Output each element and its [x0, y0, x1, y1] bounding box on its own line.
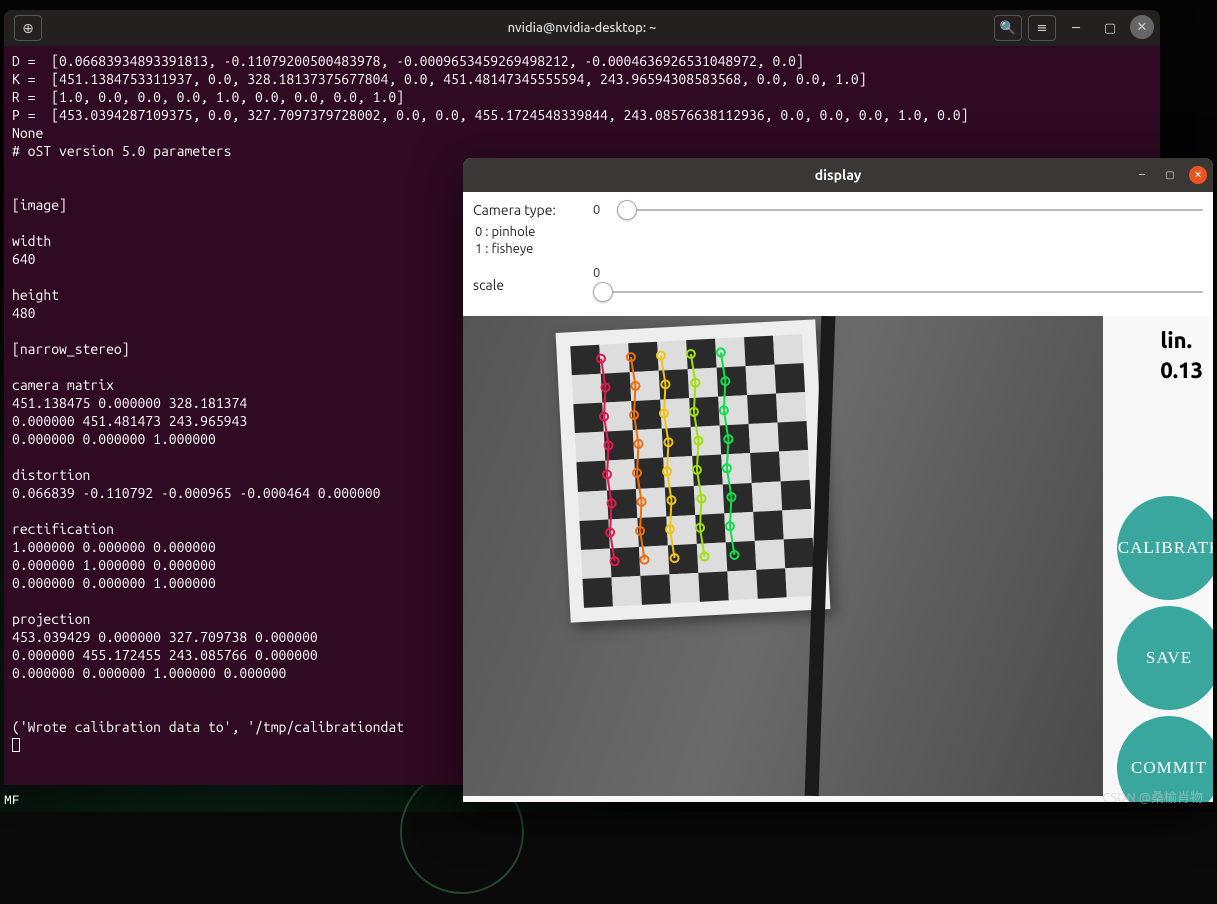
side-readout: lin. 0.13 — [1160, 326, 1203, 386]
camera-type-slider[interactable] — [617, 198, 1203, 222]
menu-button[interactable]: ≡ — [1028, 15, 1056, 41]
terminal-title: nvidia@nvidia-desktop: ~ — [4, 21, 1160, 35]
watermark: CSDN @桑榆肖物 — [1102, 787, 1203, 806]
calibrate-label: CALIBRATE — [1118, 538, 1213, 558]
search-button[interactable]: 🔍 — [994, 15, 1022, 41]
minimize-button[interactable]: ─ — [1062, 15, 1090, 41]
close-button[interactable]: ✕ — [1130, 15, 1154, 39]
new-tab-icon: ⊕ — [22, 20, 34, 37]
new-tab-button[interactable]: ⊕ — [14, 15, 42, 41]
camera-type-value: 0 — [593, 203, 617, 217]
camera-type-label: Camera type: — [473, 202, 556, 218]
slider-thumb[interactable] — [593, 282, 613, 302]
slider-thumb[interactable] — [617, 200, 637, 220]
scale-slider[interactable] — [593, 280, 1203, 304]
slider-track — [593, 291, 1203, 293]
canvas-area: lin. 0.13 CALIBRATE SAVE COMMIT — [463, 316, 1213, 802]
display-window: display ─ ▢ ✕ Camera type: 0 0 : pinhole… — [463, 158, 1213, 802]
maximize-button[interactable]: ▢ — [1161, 166, 1179, 184]
search-icon: 🔍 — [1000, 21, 1016, 36]
calibrate-button[interactable]: CALIBRATE — [1117, 496, 1213, 600]
slider-track — [617, 209, 1203, 211]
save-label: SAVE — [1146, 648, 1192, 668]
side-line1: lin. — [1160, 326, 1203, 356]
commit-label: COMMIT — [1131, 758, 1207, 778]
minimize-icon: ─ — [1072, 21, 1080, 36]
display-title: display — [463, 167, 1213, 183]
close-icon: ✕ — [1137, 20, 1148, 35]
close-button[interactable]: ✕ — [1189, 166, 1207, 184]
terminal-cursor — [12, 738, 20, 752]
save-button[interactable]: SAVE — [1117, 606, 1213, 710]
camera-view — [463, 316, 1103, 796]
minimize-button[interactable]: ─ — [1133, 166, 1151, 184]
maximize-icon: ▢ — [1104, 21, 1116, 36]
bottom-label: MF — [4, 793, 20, 808]
camera-type-legend-1: 1 : fisheye — [475, 241, 1203, 258]
controls-panel: Camera type: 0 0 : pinhole 1 : fisheye s… — [463, 192, 1213, 316]
terminal-titlebar: ⊕ nvidia@nvidia-desktop: ~ 🔍 ≡ ─ ▢ ✕ — [4, 10, 1160, 46]
chessboard — [556, 319, 831, 622]
scale-label: scale — [473, 277, 504, 293]
hamburger-icon: ≡ — [1037, 21, 1048, 36]
scale-value: 0 — [593, 266, 617, 280]
maximize-button[interactable]: ▢ — [1096, 15, 1124, 41]
camera-type-legend-0: 0 : pinhole — [475, 224, 1203, 241]
side-line2: 0.13 — [1160, 356, 1203, 386]
display-titlebar: display ─ ▢ ✕ — [463, 158, 1213, 192]
